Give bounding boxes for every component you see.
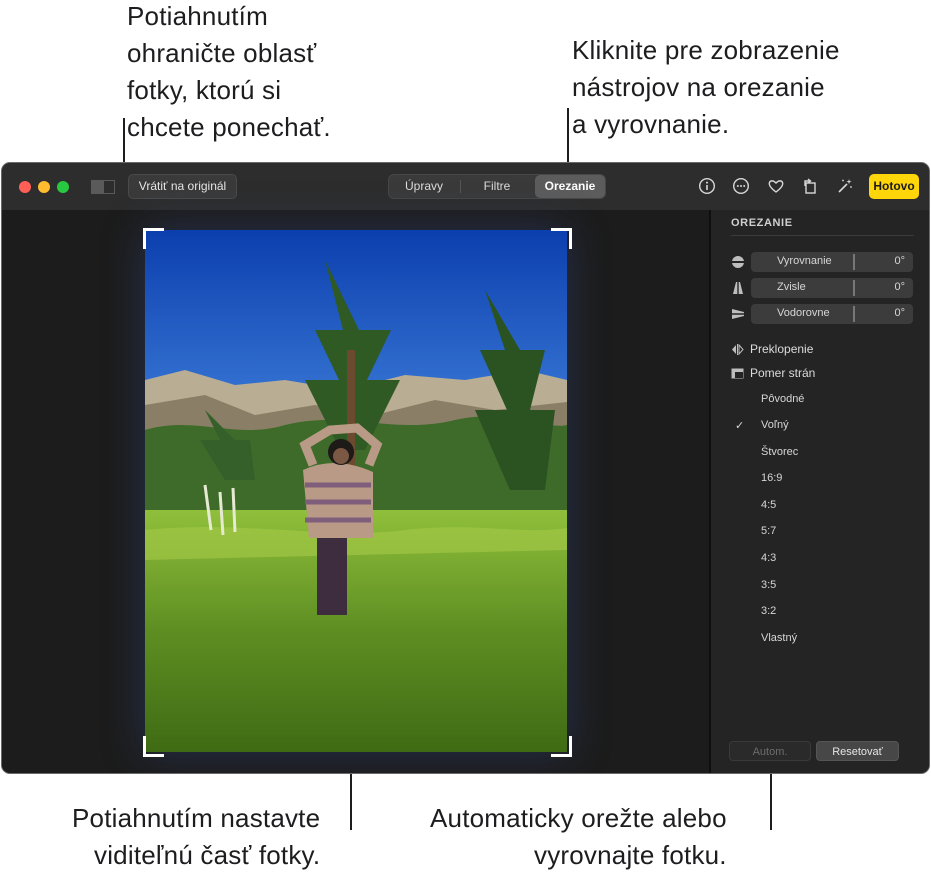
crop-sidebar: OREZANIE Vyrovnanie 0° Zvisle 0° Vodorovne… [709,210,929,773]
crop-handle-bottom-right[interactable] [551,736,572,757]
ratio-option-square[interactable]: Štvorec [761,446,798,458]
done-button[interactable]: Hotovo [869,174,919,199]
horizontal-slider[interactable]: Vodorovne 0° [731,304,914,324]
revert-to-original-button[interactable]: Vrátiť na originál [128,174,237,199]
divider [731,235,914,236]
horizontal-icon [731,307,745,321]
more-icon[interactable] [732,177,750,195]
slider-knob[interactable] [853,280,855,296]
ratio-option-4-3[interactable]: 4:3 [761,552,776,564]
ratio-option-16-9[interactable]: 16:9 [761,472,782,484]
magic-wand-icon[interactable] [836,177,854,195]
straighten-slider[interactable]: Vyrovnanie 0° [731,252,914,272]
minimize-window-button[interactable] [38,181,50,193]
crop-handle-top-right[interactable] [551,228,572,249]
close-window-button[interactable] [19,181,31,193]
ratio-option-5-7[interactable]: 5:7 [761,525,776,537]
zoom-window-button[interactable] [57,181,69,193]
auto-crop-button[interactable]: Autom. [729,741,811,761]
callout-auto-crop: Automaticky orežte alebo vyrovnajte fotku… [430,803,727,870]
horizontal-label: Vodorovne [777,307,830,319]
photo-image [145,230,567,752]
callout-adjust-visible: Potiahnutím nastavte viditeľnú časť fotky… [72,803,321,870]
slider-knob[interactable] [853,306,855,322]
heart-icon[interactable] [767,177,785,195]
ratio-option-original[interactable]: Pôvodné [761,393,804,405]
callout-crop-drag: Potiahnutím ohraničte oblasť fotky, ktorú … [127,1,331,142]
aspect-label: Pomer strán [750,366,816,380]
flip-button[interactable]: Preklopenie [731,342,881,358]
ratio-option-3-5[interactable]: 3:5 [761,579,776,591]
straighten-label: Vyrovnanie [777,255,832,267]
callout-crop-tab: Kliknite pre zobrazenie nástrojov na orez… [572,35,840,139]
straighten-value: 0° [894,255,905,267]
compare-toggle-button[interactable] [91,180,116,194]
vertical-value: 0° [894,281,905,293]
tab-filters[interactable]: Filtre [461,175,533,198]
rotate-icon[interactable] [801,177,819,195]
vertical-icon [731,281,745,295]
edit-mode-tabs: Úpravy Filtre Orezanie [388,174,606,199]
aspect-section: Pomer strán [731,366,881,382]
ratio-option-4-5[interactable]: 4:5 [761,499,776,511]
info-icon[interactable] [698,177,716,195]
toolbar: Vrátiť na originál Úpravy Filtre Orezani… [2,163,929,211]
straighten-icon [731,255,745,269]
flip-label: Preklopenie [750,342,814,356]
ratio-option-freeform[interactable]: Voľný [761,419,789,431]
photo-crop-area[interactable] [145,230,567,752]
tab-crop[interactable]: Orezanie [535,175,605,198]
crop-section-title: OREZANIE [731,217,793,229]
flip-icon [731,343,744,356]
crop-handle-top-left[interactable] [143,228,164,249]
ratio-option-3-2[interactable]: 3:2 [761,605,776,617]
ratio-option-custom[interactable]: Vlastný [761,632,797,644]
vertical-label: Zvisle [777,281,806,293]
aspect-icon [731,367,744,380]
reset-button[interactable]: Resetovať [816,741,899,761]
image-canvas [2,210,709,773]
photos-edit-window: Vrátiť na originál Úpravy Filtre Orezani… [1,162,930,774]
horizontal-value: 0° [894,307,905,319]
slider-knob[interactable] [853,254,855,270]
tab-adjust[interactable]: Úpravy [389,175,459,198]
checkmark-icon: ✓ [735,420,745,432]
crop-handle-bottom-left[interactable] [143,736,164,757]
vertical-slider[interactable]: Zvisle 0° [731,278,914,298]
